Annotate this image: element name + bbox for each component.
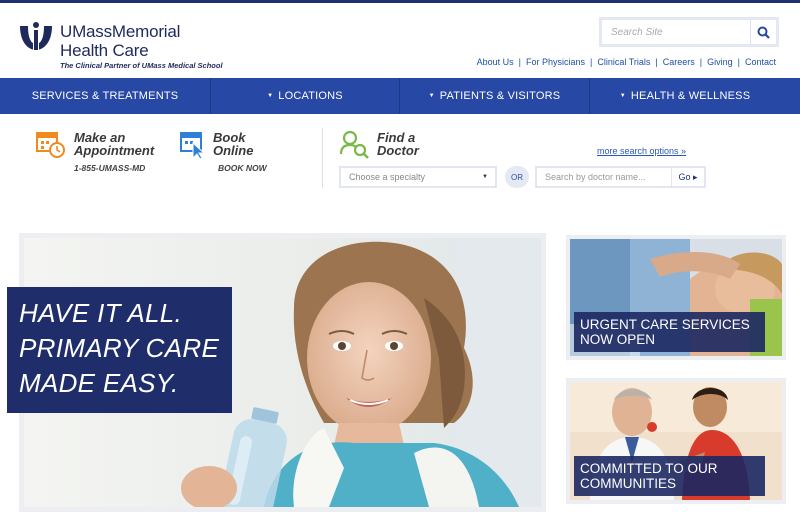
promo-2-line1: COMMITTED TO OUR (580, 461, 718, 476)
chevron-down-icon: ▼ (482, 174, 488, 180)
calendar-clock-icon (36, 132, 65, 158)
search-button[interactable] (750, 20, 776, 44)
link-for-physicians[interactable]: For Physicians (526, 57, 585, 67)
link-clinical-trials[interactable]: Clinical Trials (597, 57, 650, 67)
doctor-name-input[interactable] (537, 168, 669, 186)
separator: | (699, 57, 703, 67)
hero-line1: HAVE IT ALL. (19, 298, 183, 328)
doctor-line2: Doctor (377, 143, 419, 158)
nav-health-wellness[interactable]: ▼ HEALTH & WELLNESS (590, 78, 780, 114)
logo[interactable]: UMassMemorial Health Care The Clinical P… (18, 18, 248, 74)
separator: | (590, 57, 593, 67)
promo-caption: URGENT CARE SERVICES NOW OPEN (574, 312, 765, 352)
brand-name-line2: Health Care (60, 41, 149, 60)
hero-line2: PRIMARY CARE (19, 333, 220, 363)
link-giving[interactable]: Giving (707, 57, 733, 67)
dropdown-triangle-icon: ▼ (267, 93, 274, 99)
dropdown-triangle-icon: ▼ (619, 93, 626, 99)
promo-1-line2: NOW OPEN (580, 332, 656, 347)
dropdown-triangle-icon: ▼ (428, 93, 435, 99)
nav-label: LOCATIONS (278, 90, 343, 102)
more-search-options-link[interactable]: more search options » (597, 146, 686, 156)
site-search-input[interactable] (602, 20, 750, 44)
promo-1-line1: URGENT CARE SERVICES (580, 317, 750, 332)
umass-logo-mark-icon (20, 22, 52, 50)
promo-communities[interactable]: COMMITTED TO OUR COMMUNITIES (566, 378, 786, 504)
nav-label: PATIENTS & VISITORS (439, 90, 561, 102)
divider (322, 128, 323, 188)
promo-2-line2: COMMUNITIES (580, 476, 676, 491)
nav-services-treatments[interactable]: SERVICES & TREATMENTS (0, 78, 211, 114)
book-line2: Online (213, 143, 254, 158)
doctor-name-search: Go ▸ (535, 166, 706, 188)
brand-name: UMassMemorial Health Care (60, 22, 180, 60)
top-accent-bar (0, 0, 800, 3)
nav-label: SERVICES & TREATMENTS (31, 90, 179, 102)
hero-line3: MADE EASY. (19, 368, 179, 398)
doctor-search-icon (340, 130, 369, 159)
promo-urgent-care[interactable]: URGENT CARE SERVICES NOW OPEN (566, 235, 786, 360)
link-contact[interactable]: Contact (745, 57, 776, 67)
calendar-cursor-icon (180, 132, 206, 160)
hero-headline[interactable]: HAVE IT ALL. PRIMARY CARE MADE EASY. (7, 287, 232, 413)
nav-label: HEALTH & WELLNESS (630, 90, 751, 102)
go-button[interactable]: Go ▸ (671, 168, 704, 186)
specialty-select[interactable]: Choose a specialty ▼ (339, 166, 497, 188)
nav-patients-visitors[interactable]: ▼ PATIENTS & VISITORS (400, 78, 590, 114)
link-careers[interactable]: Careers (663, 57, 695, 67)
brand-tagline: The Clinical Partner of UMass Medical Sc… (60, 61, 223, 70)
specialty-placeholder: Choose a specialty (349, 172, 426, 182)
link-about-us[interactable]: About Us (477, 57, 514, 67)
separator: | (737, 57, 740, 67)
magnifier-icon (757, 26, 770, 39)
separator: | (655, 57, 658, 67)
appointment-phone[interactable]: 1-855-UMASS-MD (74, 163, 145, 173)
site-search (599, 17, 779, 47)
book-now-link[interactable]: BOOK NOW (218, 163, 267, 173)
promo-caption: COMMITTED TO OUR COMMUNITIES (574, 456, 765, 496)
or-badge: OR (505, 166, 529, 188)
nav-locations[interactable]: ▼ LOCATIONS (211, 78, 400, 114)
separator: | (518, 57, 522, 67)
brand-name-line1: UMassMemorial (60, 22, 181, 41)
main-nav: SERVICES & TREATMENTS ▼ LOCATIONS ▼ PATI… (0, 78, 800, 114)
utility-links: About Us | For Physicians | Clinical Trials |… (477, 57, 776, 67)
appointment-line2: Appointment (74, 143, 155, 158)
